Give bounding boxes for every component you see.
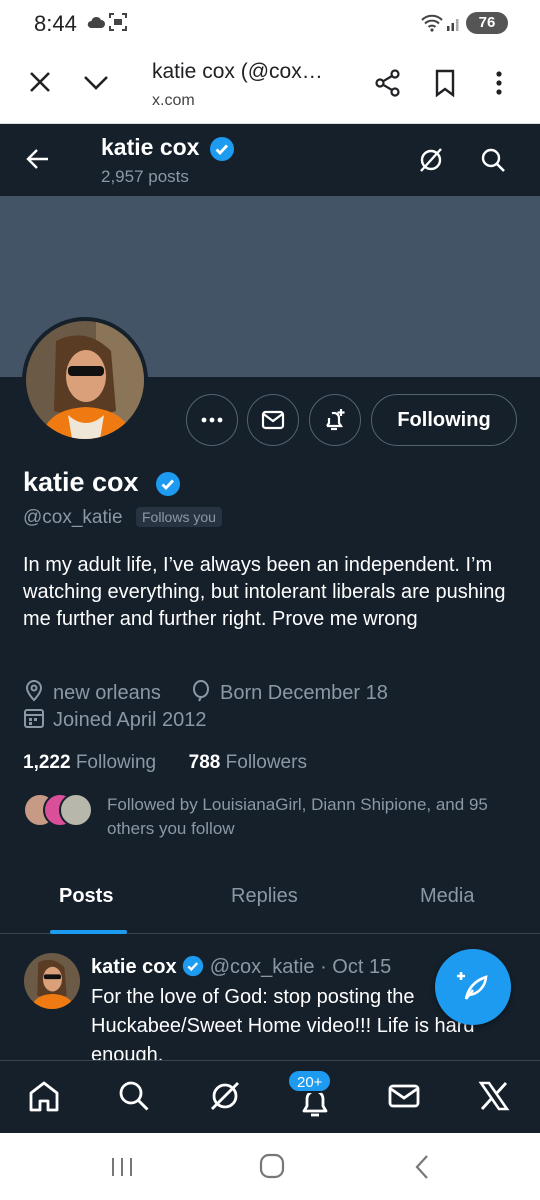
followers-count: 788	[188, 752, 221, 773]
header-name: katie cox	[101, 134, 200, 160]
following-count: 1,222	[23, 752, 71, 773]
tweet-handle-date: @cox_katie · Oct 15	[209, 956, 392, 978]
location-text: new orleans	[53, 682, 161, 704]
close-icon[interactable]	[28, 70, 52, 94]
joined-text: Joined April 2012	[53, 709, 207, 731]
profile-handle: @cox_katie	[23, 507, 123, 528]
verified-badge-icon	[183, 955, 204, 977]
more-horizontal-icon	[201, 417, 223, 423]
avatar-photo	[26, 321, 144, 439]
compose-feather-icon	[457, 972, 488, 1000]
mail-icon	[261, 410, 285, 430]
location-pin-icon	[25, 680, 43, 702]
tab-replies[interactable]: Replies	[231, 885, 298, 908]
back-nav-icon[interactable]	[414, 1154, 430, 1180]
bottom-navigation: 20+	[0, 1060, 540, 1133]
following-link[interactable]: 1,222 Following	[23, 752, 156, 773]
cloud-icon	[87, 16, 105, 28]
status-bar: 8:44 76	[0, 0, 540, 48]
recent-apps-icon[interactable]	[110, 1156, 134, 1178]
compose-post-button[interactable]	[435, 949, 511, 1025]
calendar-icon	[24, 709, 44, 728]
verified-badge-icon	[210, 137, 234, 161]
mail-icon[interactable]	[387, 1079, 421, 1113]
profile-name: katie cox	[23, 467, 139, 497]
follows-you-badge: Follows you	[136, 507, 222, 527]
followers-label: Followers	[225, 752, 307, 773]
browser-toolbar: katie cox (@cox… x.com	[0, 48, 540, 124]
joined-meta: Joined April 2012	[23, 707, 206, 732]
tweet-author[interactable]: katie cox	[91, 956, 177, 978]
message-button[interactable]	[247, 394, 299, 446]
signal-icon	[447, 19, 459, 31]
status-time: 8:44	[34, 11, 77, 36]
home-icon[interactable]	[27, 1079, 61, 1113]
share-icon[interactable]	[374, 69, 402, 97]
followers-link[interactable]: 788 Followers	[189, 752, 307, 773]
grok-icon[interactable]	[417, 146, 445, 174]
more-options-button[interactable]	[186, 394, 238, 446]
home-button-icon[interactable]	[259, 1153, 285, 1179]
balloon-icon	[193, 680, 209, 702]
notify-button[interactable]	[309, 394, 361, 446]
tab-posts[interactable]: Posts	[59, 885, 113, 908]
screenshot-icon	[109, 13, 127, 31]
following-label: Following	[75, 752, 157, 773]
followed-by-text[interactable]: Followed by LouisianaGirl, Diann Shipion…	[107, 793, 517, 841]
verified-badge-icon	[156, 472, 180, 496]
post-count: 2,957 posts	[101, 167, 189, 186]
search-icon[interactable]	[117, 1079, 151, 1113]
page-title: katie cox (@cox…	[152, 60, 323, 83]
tweet-header: katie cox @cox_katie · Oct 15	[91, 955, 391, 979]
profile-avatar[interactable]	[22, 317, 148, 443]
grok-icon[interactable]	[208, 1079, 242, 1113]
following-button[interactable]: Following	[371, 394, 517, 446]
tab-media[interactable]: Media	[420, 885, 474, 908]
mutual-avatar	[59, 793, 93, 827]
back-arrow-icon[interactable]	[26, 148, 50, 170]
system-navigation-bar	[0, 1133, 540, 1200]
notifications-badge: 20+	[287, 1069, 333, 1093]
more-vert-icon[interactable]	[495, 70, 503, 96]
mutual-follower-avatars[interactable]	[23, 793, 93, 827]
wifi-icon	[421, 14, 443, 32]
x-logo-icon[interactable]	[477, 1079, 511, 1113]
location-meta: new orleans	[23, 680, 161, 705]
profile-bio: In my adult life, I’ve always been an in…	[23, 554, 506, 630]
battery-indicator: 76	[466, 12, 508, 34]
birthday-text: Born December 18	[220, 682, 388, 704]
birthday-meta: Born December 18	[190, 680, 388, 705]
tab-indicator	[50, 930, 127, 934]
tweet-avatar[interactable]	[24, 953, 80, 1009]
search-icon[interactable]	[480, 147, 506, 173]
profile-tabs: Posts Replies Media	[0, 862, 540, 934]
chevron-down-icon[interactable]	[82, 70, 110, 94]
bookmark-icon[interactable]	[434, 69, 456, 97]
follow-stats: 1,222 Following 788 Followers	[23, 752, 307, 774]
bell-plus-icon	[326, 409, 345, 431]
page-url[interactable]: x.com	[152, 92, 195, 110]
profile-header: katie cox 2,957 posts	[0, 124, 540, 196]
